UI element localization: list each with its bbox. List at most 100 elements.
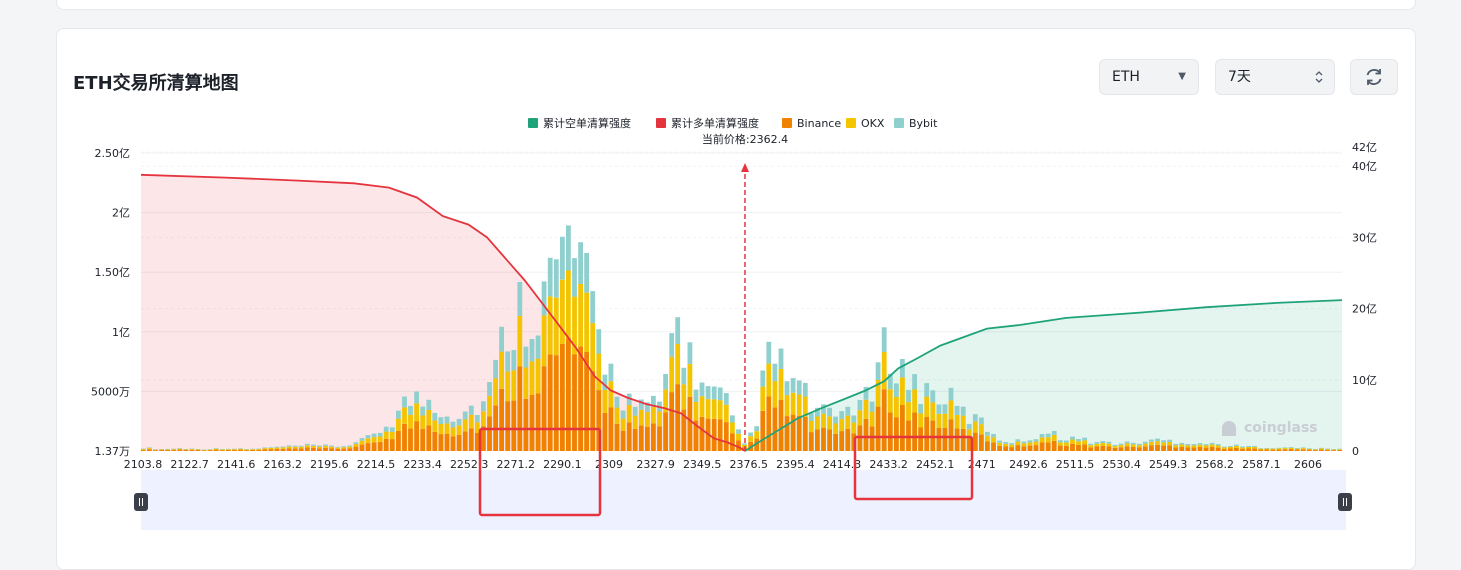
- bar-okx: [900, 377, 905, 405]
- bar-binance: [1106, 446, 1112, 451]
- bar-bybit: [292, 445, 298, 447]
- bar-bybit: [147, 447, 152, 449]
- bar-okx: [517, 315, 523, 367]
- bar-binance: [1264, 449, 1270, 451]
- bar-bybit: [833, 416, 838, 424]
- bar-binance: [778, 399, 784, 451]
- bar-binance: [1009, 447, 1015, 451]
- bar-okx: [608, 381, 614, 408]
- bar-okx: [778, 369, 784, 400]
- bar-binance: [371, 442, 377, 451]
- bar-bybit: [578, 242, 583, 284]
- bar-okx: [1197, 444, 1203, 448]
- bar-binance: [402, 423, 407, 451]
- bar-bybit: [1264, 448, 1270, 449]
- bar-okx: [723, 404, 729, 423]
- bar-binance: [875, 406, 881, 451]
- bar-bybit: [663, 374, 668, 390]
- bar-bybit: [1331, 449, 1336, 450]
- bar-bybit: [924, 383, 930, 397]
- bar-okx: [1015, 441, 1021, 446]
- bar-binance: [505, 401, 511, 451]
- bar-bybit: [1258, 448, 1264, 449]
- bar-okx: [547, 296, 553, 355]
- bar-okx: [499, 351, 504, 389]
- bar-bybit: [778, 348, 784, 369]
- bar-binance: [329, 448, 334, 451]
- bar-bybit: [991, 433, 996, 438]
- x-tick-label: 2349.5: [683, 458, 722, 471]
- bar-bybit: [736, 429, 741, 434]
- bar-okx: [827, 416, 832, 430]
- bar-binance: [1258, 449, 1264, 451]
- bar-bybit: [590, 291, 596, 324]
- bar-okx: [1252, 446, 1257, 449]
- bar-okx: [238, 448, 243, 450]
- bar-bybit: [1003, 442, 1009, 444]
- bar-okx: [165, 449, 170, 450]
- bar-binance: [900, 405, 905, 451]
- bar-okx: [1300, 448, 1306, 450]
- bar-okx: [839, 419, 845, 432]
- bar-binance: [1300, 449, 1306, 451]
- bar-binance: [869, 426, 875, 451]
- bar-bybit: [274, 446, 280, 448]
- bar-bybit: [244, 449, 249, 450]
- bar-bybit: [869, 401, 875, 412]
- bar-bybit: [972, 414, 978, 422]
- bar-bybit: [760, 370, 766, 387]
- bar-binance: [383, 438, 389, 451]
- bar-okx: [1240, 447, 1245, 449]
- legend-item: OKX: [861, 117, 885, 130]
- bar-binance: [201, 450, 207, 451]
- bar-binance: [1118, 447, 1124, 451]
- bar-binance: [317, 448, 322, 451]
- bar-okx: [1203, 445, 1209, 448]
- bar-binance: [1209, 446, 1215, 451]
- bar-okx: [645, 412, 650, 427]
- bar-binance: [426, 425, 432, 451]
- bar-binance: [602, 412, 608, 451]
- bar-bybit: [906, 389, 911, 403]
- bar-bybit: [481, 401, 486, 412]
- x-tick-label: 2195.6: [310, 458, 349, 471]
- bar-bybit: [450, 421, 456, 428]
- y-left-tick-label: 5000万: [91, 385, 130, 398]
- bar-binance: [821, 427, 826, 451]
- bar-okx: [317, 446, 322, 449]
- bar-binance: [1313, 450, 1318, 451]
- bar-bybit: [766, 341, 772, 364]
- bar-binance: [997, 445, 1002, 451]
- bar-binance: [1337, 449, 1343, 451]
- bar-binance: [1161, 445, 1166, 451]
- bar-bybit: [851, 415, 857, 423]
- legend-item: 累计多单清算强度: [671, 116, 759, 130]
- bar-okx: [881, 352, 887, 390]
- bar-binance: [165, 450, 170, 451]
- bar-okx: [1045, 437, 1051, 443]
- bar-bybit: [900, 359, 905, 378]
- bar-okx: [1185, 445, 1191, 448]
- bar-okx: [1033, 441, 1039, 446]
- bar-bybit: [754, 426, 760, 432]
- bar-binance: [1015, 445, 1021, 451]
- slider-handle-left[interactable]: [134, 493, 148, 511]
- bar-okx: [468, 414, 474, 429]
- bar-binance: [444, 433, 450, 451]
- bar-binance: [207, 450, 213, 451]
- bar-okx: [232, 449, 237, 450]
- bar-binance: [256, 449, 262, 451]
- bar-binance: [760, 410, 766, 451]
- bar-binance: [1252, 448, 1257, 451]
- bar-binance: [614, 423, 620, 451]
- bar-binance: [432, 432, 438, 451]
- bar-binance: [1155, 444, 1160, 451]
- bar-bybit: [280, 446, 286, 448]
- slider-handle-right[interactable]: [1338, 493, 1352, 511]
- bar-binance: [566, 338, 571, 451]
- bar-binance: [1270, 449, 1276, 451]
- bar-okx: [1070, 439, 1075, 444]
- bar-okx: [1325, 449, 1330, 450]
- bar-binance: [389, 439, 395, 451]
- bar-bybit: [408, 405, 413, 415]
